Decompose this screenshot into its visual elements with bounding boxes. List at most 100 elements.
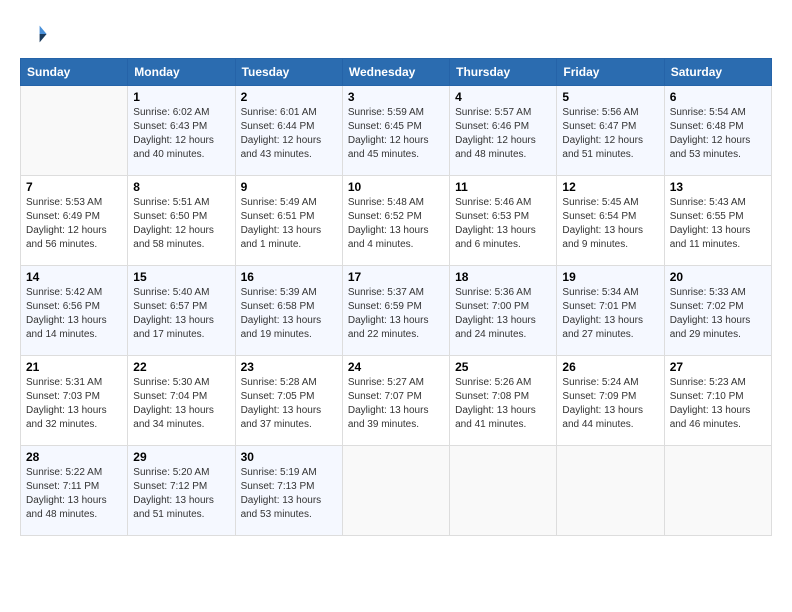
day-number: 2 <box>241 90 337 104</box>
calendar-cell: 7 Sunrise: 5:53 AMSunset: 6:49 PMDaylight… <box>21 176 128 266</box>
day-info: Sunrise: 5:31 AMSunset: 7:03 PMDaylight:… <box>26 376 122 432</box>
day-number: 19 <box>562 270 658 284</box>
calendar-cell: 29 Sunrise: 5:20 AMSunset: 7:12 PMDayligh… <box>128 446 235 536</box>
day-info: Sunrise: 5:36 AMSunset: 7:00 PMDaylight:… <box>455 286 551 342</box>
calendar-cell <box>21 86 128 176</box>
page-header <box>20 20 772 48</box>
calendar-cell: 28 Sunrise: 5:22 AMSunset: 7:11 PMDayligh… <box>21 446 128 536</box>
calendar-cell <box>450 446 557 536</box>
calendar-week-row: 28 Sunrise: 5:22 AMSunset: 7:11 PMDayligh… <box>21 446 772 536</box>
calendar-cell: 15Sunrise: 5:40 AMSunset: 6:57 PMDayligh… <box>128 266 235 356</box>
calendar-week-row: 7 Sunrise: 5:53 AMSunset: 6:49 PMDaylight… <box>21 176 772 266</box>
weekday-header: Wednesday <box>342 59 449 86</box>
calendar-cell: 21 Sunrise: 5:31 AMSunset: 7:03 PMDayligh… <box>21 356 128 446</box>
day-info: Sunrise: 5:42 AMSunset: 6:56 PMDaylight:… <box>26 286 122 342</box>
day-number: 10 <box>348 180 444 194</box>
calendar-cell: 27 Sunrise: 5:23 AMSunset: 7:10 PMDayligh… <box>664 356 771 446</box>
day-info: Sunrise: 5:28 AMSunset: 7:05 PMDaylight:… <box>241 376 337 432</box>
day-number: 6 <box>670 90 766 104</box>
day-info: Sunrise: 5:46 AMSunset: 6:53 PMDaylight:… <box>455 196 551 252</box>
day-number: 26 <box>562 360 658 374</box>
calendar-cell: 13 Sunrise: 5:43 AMSunset: 6:55 PMDayligh… <box>664 176 771 266</box>
day-info: Sunrise: 5:43 AMSunset: 6:55 PMDaylight:… <box>670 196 766 252</box>
day-info: Sunrise: 5:45 AMSunset: 6:54 PMDaylight:… <box>562 196 658 252</box>
calendar-header-row: SundayMondayTuesdayWednesdayThursdayFrid… <box>21 59 772 86</box>
day-number: 7 <box>26 180 122 194</box>
weekday-header: Thursday <box>450 59 557 86</box>
day-number: 8 <box>133 180 229 194</box>
day-number: 28 <box>26 450 122 464</box>
day-info: Sunrise: 5:27 AMSunset: 7:07 PMDaylight:… <box>348 376 444 432</box>
day-number: 4 <box>455 90 551 104</box>
calendar-cell: 9 Sunrise: 5:49 AMSunset: 6:51 PMDaylight… <box>235 176 342 266</box>
day-number: 17 <box>348 270 444 284</box>
calendar-cell: 26 Sunrise: 5:24 AMSunset: 7:09 PMDayligh… <box>557 356 664 446</box>
day-info: Sunrise: 5:22 AMSunset: 7:11 PMDaylight:… <box>26 466 122 522</box>
day-info: Sunrise: 5:34 AMSunset: 7:01 PMDaylight:… <box>562 286 658 342</box>
day-number: 18 <box>455 270 551 284</box>
calendar-cell <box>664 446 771 536</box>
day-number: 24 <box>348 360 444 374</box>
calendar-cell: 16 Sunrise: 5:39 AMSunset: 6:58 PMDayligh… <box>235 266 342 356</box>
calendar-table: SundayMondayTuesdayWednesdayThursdayFrid… <box>20 58 772 536</box>
day-info: Sunrise: 5:56 AMSunset: 6:47 PMDaylight:… <box>562 106 658 162</box>
day-number: 9 <box>241 180 337 194</box>
day-number: 20 <box>670 270 766 284</box>
day-info: Sunrise: 5:19 AMSunset: 7:13 PMDaylight:… <box>241 466 337 522</box>
calendar-cell: 10 Sunrise: 5:48 AMSunset: 6:52 PMDayligh… <box>342 176 449 266</box>
day-info: Sunrise: 5:51 AMSunset: 6:50 PMDaylight:… <box>133 196 229 252</box>
day-number: 29 <box>133 450 229 464</box>
day-info: Sunrise: 6:02 AMSunset: 6:43 PMDaylight:… <box>133 106 229 162</box>
day-info: Sunrise: 5:59 AMSunset: 6:45 PMDaylight:… <box>348 106 444 162</box>
calendar-cell: 17 Sunrise: 5:37 AMSunset: 6:59 PMDayligh… <box>342 266 449 356</box>
day-number: 23 <box>241 360 337 374</box>
day-number: 15 <box>133 270 229 284</box>
day-number: 22 <box>133 360 229 374</box>
day-info: Sunrise: 5:49 AMSunset: 6:51 PMDaylight:… <box>241 196 337 252</box>
day-info: Sunrise: 5:20 AMSunset: 7:12 PMDaylight:… <box>133 466 229 522</box>
day-number: 13 <box>670 180 766 194</box>
calendar-cell: 30 Sunrise: 5:19 AMSunset: 7:13 PMDayligh… <box>235 446 342 536</box>
calendar-cell: 2 Sunrise: 6:01 AMSunset: 6:44 PMDaylight… <box>235 86 342 176</box>
day-info: Sunrise: 5:24 AMSunset: 7:09 PMDaylight:… <box>562 376 658 432</box>
calendar-cell <box>342 446 449 536</box>
calendar-cell <box>557 446 664 536</box>
calendar-cell: 22 Sunrise: 5:30 AMSunset: 7:04 PMDayligh… <box>128 356 235 446</box>
day-number: 3 <box>348 90 444 104</box>
calendar-cell: 25Sunrise: 5:26 AMSunset: 7:08 PMDayligh… <box>450 356 557 446</box>
calendar-cell: 4Sunrise: 5:57 AMSunset: 6:46 PMDaylight… <box>450 86 557 176</box>
calendar-cell: 24 Sunrise: 5:27 AMSunset: 7:07 PMDayligh… <box>342 356 449 446</box>
logo <box>20 20 52 48</box>
calendar-week-row: 1 Sunrise: 6:02 AMSunset: 6:43 PMDaylight… <box>21 86 772 176</box>
day-info: Sunrise: 5:30 AMSunset: 7:04 PMDaylight:… <box>133 376 229 432</box>
weekday-header: Saturday <box>664 59 771 86</box>
weekday-header: Sunday <box>21 59 128 86</box>
day-info: Sunrise: 5:48 AMSunset: 6:52 PMDaylight:… <box>348 196 444 252</box>
weekday-header: Monday <box>128 59 235 86</box>
day-info: Sunrise: 5:33 AMSunset: 7:02 PMDaylight:… <box>670 286 766 342</box>
day-info: Sunrise: 5:37 AMSunset: 6:59 PMDaylight:… <box>348 286 444 342</box>
logo-icon <box>20 20 48 48</box>
day-number: 14 <box>26 270 122 284</box>
day-number: 21 <box>26 360 122 374</box>
calendar-cell: 18 Sunrise: 5:36 AMSunset: 7:00 PMDayligh… <box>450 266 557 356</box>
day-info: Sunrise: 5:23 AMSunset: 7:10 PMDaylight:… <box>670 376 766 432</box>
calendar-cell: 12 Sunrise: 5:45 AMSunset: 6:54 PMDayligh… <box>557 176 664 266</box>
weekday-header: Friday <box>557 59 664 86</box>
calendar-cell: 19 Sunrise: 5:34 AMSunset: 7:01 PMDayligh… <box>557 266 664 356</box>
day-info: Sunrise: 5:39 AMSunset: 6:58 PMDaylight:… <box>241 286 337 342</box>
day-info: Sunrise: 6:01 AMSunset: 6:44 PMDaylight:… <box>241 106 337 162</box>
day-number: 16 <box>241 270 337 284</box>
calendar-cell: 14 Sunrise: 5:42 AMSunset: 6:56 PMDayligh… <box>21 266 128 356</box>
calendar-cell: 6Sunrise: 5:54 AMSunset: 6:48 PMDaylight… <box>664 86 771 176</box>
day-number: 11 <box>455 180 551 194</box>
day-number: 30 <box>241 450 337 464</box>
calendar-cell: 23 Sunrise: 5:28 AMSunset: 7:05 PMDayligh… <box>235 356 342 446</box>
calendar-cell: 1 Sunrise: 6:02 AMSunset: 6:43 PMDaylight… <box>128 86 235 176</box>
day-number: 25 <box>455 360 551 374</box>
day-number: 12 <box>562 180 658 194</box>
calendar-cell: 8 Sunrise: 5:51 AMSunset: 6:50 PMDaylight… <box>128 176 235 266</box>
day-number: 27 <box>670 360 766 374</box>
day-number: 1 <box>133 90 229 104</box>
day-info: Sunrise: 5:53 AMSunset: 6:49 PMDaylight:… <box>26 196 122 252</box>
